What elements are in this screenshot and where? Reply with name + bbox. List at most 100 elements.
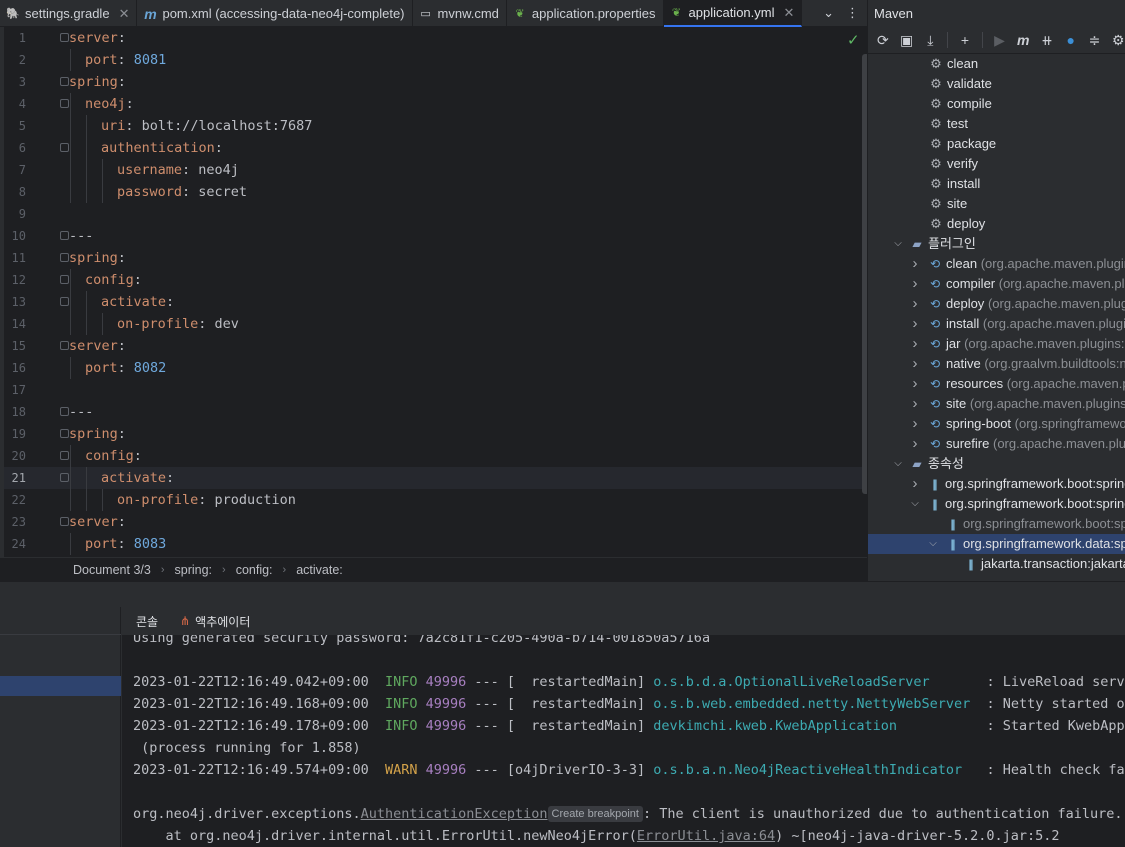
code-line[interactable]: 6 authentication: xyxy=(4,137,867,159)
plugin-site[interactable]: › ⟲ site (org.apache.maven.plugins:maven-s… xyxy=(868,394,1125,414)
exception-link[interactable]: AuthenticationException xyxy=(361,806,548,822)
plugin-deploy[interactable]: › ⟲ deploy (org.apache.maven.plugins:maven… xyxy=(868,294,1125,314)
plugin-compiler[interactable]: › ⟲ compiler (org.apache.maven.plugins:mav… xyxy=(868,274,1125,294)
tab-console[interactable]: 콘솔 xyxy=(136,613,158,630)
code-line[interactable]: 23 server: xyxy=(4,511,867,533)
code-line[interactable]: 10 --- xyxy=(4,225,867,247)
lifecycle-goal-package[interactable]: ⚙ package xyxy=(868,134,1125,154)
code-line[interactable]: 15 server: xyxy=(4,335,867,357)
code-line[interactable]: 9 xyxy=(4,203,867,225)
plugin-install[interactable]: › ⟲ install (org.apache.maven.plugins:mave… xyxy=(868,314,1125,334)
plugin-jar[interactable]: › ⟲ jar (org.apache.maven.plugins:maven-ja… xyxy=(868,334,1125,354)
code-line[interactable]: 21 activate: xyxy=(4,467,867,489)
breadcrumb-config[interactable]: config: xyxy=(236,563,273,577)
lifecycle-goal-verify[interactable]: ⚙ verify xyxy=(868,154,1125,174)
chevron-right-icon[interactable]: › xyxy=(909,434,921,454)
code-line[interactable]: 20 config: xyxy=(4,445,867,467)
editor-tab[interactable]: m pom.xml (accessing-data-neo4j-complete) xyxy=(137,0,413,27)
chevron-right-icon[interactable]: › xyxy=(909,334,921,354)
fold-marker-icon[interactable] xyxy=(60,253,69,262)
plugin-resources[interactable]: › ⟲ resources (org.apache.maven.plugins:ma… xyxy=(868,374,1125,394)
more-vertical-icon[interactable]: ⋮ xyxy=(846,5,859,21)
chevron-right-icon[interactable]: › xyxy=(909,414,921,434)
inspection-ok-icon[interactable]: ✓ xyxy=(847,31,860,49)
code-line[interactable]: 5 uri: bolt://localhost:7687 xyxy=(4,115,867,137)
dependency-item[interactable]: ||| jakarta.transaction:jakarta.transacti… xyxy=(868,554,1125,574)
code-line[interactable]: 24 port: 8083 xyxy=(4,533,867,555)
code-line[interactable]: 11 spring: xyxy=(4,247,867,269)
code-line[interactable]: 17 xyxy=(4,379,867,401)
dependency-item[interactable]: ||| org.springframework.boot:spring-boot xyxy=(868,514,1125,534)
plugin-clean[interactable]: › ⟲ clean (org.apache.maven.plugins:maven-… xyxy=(868,254,1125,274)
collapse-all-icon[interactable]: ≑ xyxy=(1088,32,1102,49)
code-editor[interactable]: 1 server: 2 port: 8081 3 spring: 4 neo4j: 5 uri: … xyxy=(4,27,867,557)
close-icon[interactable]: ✕ xyxy=(119,6,130,22)
chevron-right-icon[interactable]: › xyxy=(909,274,921,294)
console-output[interactable]: Using generated security password: 7a2c8… xyxy=(122,635,1125,847)
stack-trace-link[interactable]: ErrorUtil.java:64 xyxy=(637,828,775,844)
lifecycle-goal-site[interactable]: ⚙ site xyxy=(868,194,1125,214)
code-line[interactable]: 8 password: secret xyxy=(4,181,867,203)
chevron-down-icon[interactable]: ⌵ xyxy=(892,454,904,474)
chevron-right-icon[interactable]: › xyxy=(909,474,921,494)
chevron-down-icon[interactable]: ⌄ xyxy=(823,5,834,21)
editor-tab[interactable]: ❦ application.yml ✕ xyxy=(663,0,803,27)
download-icon[interactable]: ⤓ xyxy=(923,32,937,49)
settings-icon[interactable]: ⚙ xyxy=(1111,32,1125,49)
code-line[interactable]: 22 on-profile: production xyxy=(4,489,867,511)
editor-tab[interactable]: ▭ mvnw.cmd xyxy=(413,0,507,27)
dependencies-node[interactable]: ⌵ ▰ 종속성 xyxy=(868,454,1125,474)
fold-marker-icon[interactable] xyxy=(60,407,69,416)
code-line[interactable]: 14 on-profile: dev xyxy=(4,313,867,335)
chevron-right-icon[interactable]: › xyxy=(909,314,921,334)
run-icon[interactable]: ▶ xyxy=(993,32,1007,49)
lifecycle-goal-compile[interactable]: ⚙ compile xyxy=(868,94,1125,114)
editor-tab[interactable]: ❦ application.properties xyxy=(507,0,664,27)
editor-tab[interactable]: 🐘 settings.gradle ✕ xyxy=(0,0,138,27)
code-line[interactable]: 13 activate: xyxy=(4,291,867,313)
lifecycle-goal-deploy[interactable]: ⚙ deploy xyxy=(868,214,1125,234)
code-line[interactable]: 2 port: 8081 xyxy=(4,49,867,71)
fold-marker-icon[interactable] xyxy=(60,143,69,152)
fold-marker-icon[interactable] xyxy=(60,297,69,306)
fold-marker-icon[interactable] xyxy=(60,429,69,438)
chevron-right-icon[interactable]: › xyxy=(909,254,921,274)
fold-marker-icon[interactable] xyxy=(60,33,69,42)
fold-marker-icon[interactable] xyxy=(60,341,69,350)
breadcrumb-document[interactable]: Document 3/3 xyxy=(73,563,151,577)
close-icon[interactable]: ✕ xyxy=(784,5,795,21)
dependency-item[interactable]: › ||| org.springframework.boot:spring-boot… xyxy=(868,474,1125,494)
dependency-item[interactable]: ⌵ ||| org.springframework.data:spring-data xyxy=(868,534,1125,554)
lifecycle-goal-validate[interactable]: ⚙ validate xyxy=(868,74,1125,94)
lifecycle-goal-install[interactable]: ⚙ install xyxy=(868,174,1125,194)
breadcrumb-spring[interactable]: spring: xyxy=(175,563,213,577)
chevron-right-icon[interactable]: › xyxy=(909,294,921,314)
plugins-node[interactable]: ⌵ ▰ 플러그인 xyxy=(868,234,1125,254)
code-line[interactable]: 18 --- xyxy=(4,401,867,423)
fold-marker-icon[interactable] xyxy=(60,77,69,86)
fold-marker-icon[interactable] xyxy=(60,517,69,526)
chevron-down-icon[interactable]: ⌵ xyxy=(927,534,939,554)
fold-marker-icon[interactable] xyxy=(60,451,69,460)
fold-marker-icon[interactable] xyxy=(60,231,69,240)
chevron-down-icon[interactable]: ⌵ xyxy=(892,234,904,254)
code-line[interactable]: 1 server: xyxy=(4,27,867,49)
add-icon[interactable]: + xyxy=(958,32,972,48)
code-line[interactable]: 19 spring: xyxy=(4,423,867,445)
lifecycle-goal-test[interactable]: ⚙ test xyxy=(868,114,1125,134)
maven-goal-icon[interactable]: m xyxy=(1016,32,1030,48)
code-line[interactable]: 4 neo4j: xyxy=(4,93,867,115)
fold-marker-icon[interactable] xyxy=(60,99,69,108)
chevron-down-icon[interactable]: ⌵ xyxy=(909,494,921,514)
chevron-right-icon[interactable]: › xyxy=(909,374,921,394)
fold-marker-icon[interactable] xyxy=(60,473,69,482)
toggle-offline-icon[interactable]: ⧺ xyxy=(1040,32,1054,49)
chevron-right-icon[interactable]: › xyxy=(909,394,921,414)
plugin-native[interactable]: › ⟲ native (org.graalvm.buildtools:native-… xyxy=(868,354,1125,374)
code-line[interactable]: 16 port: 8082 xyxy=(4,357,867,379)
folder-reload-icon[interactable]: ▣ xyxy=(900,32,914,49)
reload-icon[interactable]: ⟳ xyxy=(876,32,890,49)
plugin-surefire[interactable]: › ⟲ surefire (org.apache.maven.plugins:mav… xyxy=(868,434,1125,454)
selected-service-row[interactable] xyxy=(0,676,121,696)
breadcrumb-activate[interactable]: activate: xyxy=(296,563,343,577)
